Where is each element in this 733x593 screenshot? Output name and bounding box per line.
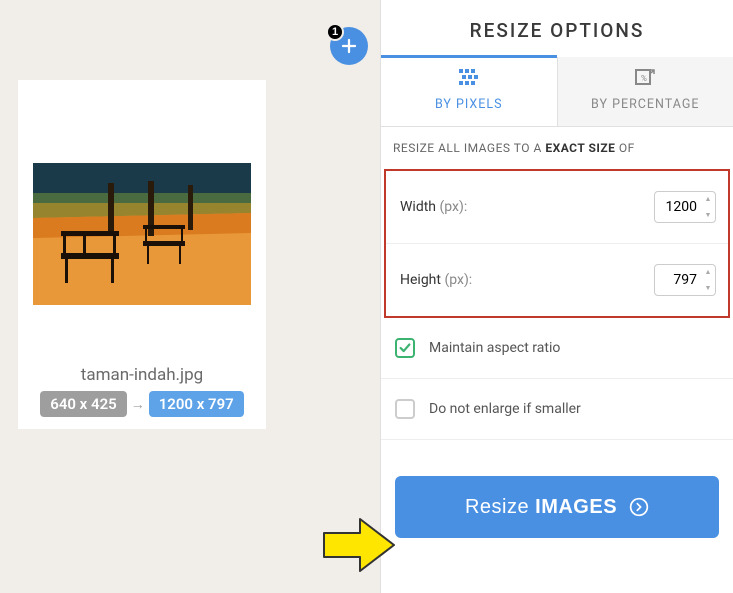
no-enlarge-label: Do not enlarge if smaller	[429, 401, 581, 417]
tab-by-pixels[interactable]: BY PIXELS	[381, 57, 557, 126]
dimensions-group: Width (px): ▲ ▼ Height (px): ▲ ▼	[384, 169, 730, 318]
stepper-down-icon[interactable]: ▼	[701, 207, 715, 223]
image-card: taman-indah.jpg 640 x 425 → 1200 x 797	[18, 80, 266, 429]
no-enlarge-checkbox[interactable]	[395, 399, 415, 419]
plus-icon	[340, 37, 358, 55]
size-badges: 640 x 425 → 1200 x 797	[26, 391, 258, 417]
stepper-up-icon[interactable]: ▲	[701, 264, 715, 280]
maintain-ratio-row: Maintain aspect ratio	[381, 318, 733, 379]
tab-pixels-label: BY PIXELS	[435, 97, 503, 112]
width-row: Width (px): ▲ ▼	[386, 171, 728, 244]
image-thumbnail	[33, 163, 251, 305]
image-filename: taman-indah.jpg	[26, 365, 258, 385]
check-icon	[398, 341, 412, 355]
target-size-badge: 1200 x 797	[149, 391, 244, 417]
arrow-right-icon: →	[131, 396, 145, 413]
width-input[interactable]	[655, 199, 701, 215]
percentage-icon: %	[633, 67, 657, 89]
tabs: BY PIXELS % BY PERCENTAGE	[381, 57, 733, 127]
pixels-icon	[457, 67, 481, 89]
add-image-button[interactable]: 1	[330, 27, 368, 65]
stepper-up-icon[interactable]: ▲	[701, 191, 715, 207]
tab-percentage-label: BY PERCENTAGE	[591, 97, 699, 112]
width-label: Width (px):	[400, 199, 467, 215]
no-enlarge-row: Do not enlarge if smaller	[381, 379, 733, 440]
height-label: Height (px):	[400, 272, 472, 288]
maintain-ratio-checkbox[interactable]	[395, 338, 415, 358]
original-size-badge: 640 x 425	[40, 391, 126, 417]
panel-title: RESIZE OPTIONS	[381, 0, 733, 57]
width-spinner: ▲ ▼	[701, 191, 715, 223]
tab-by-percentage[interactable]: % BY PERCENTAGE	[557, 57, 733, 126]
resize-button[interactable]: Resize IMAGES	[395, 476, 719, 538]
width-input-wrap: ▲ ▼	[654, 191, 716, 223]
svg-text:%: %	[641, 74, 648, 83]
height-input[interactable]	[655, 272, 701, 288]
maintain-ratio-label: Maintain aspect ratio	[429, 340, 560, 356]
stepper-down-icon[interactable]: ▼	[701, 280, 715, 296]
height-spinner: ▲ ▼	[701, 264, 715, 296]
arrow-circle-right-icon	[629, 497, 649, 517]
height-row: Height (px): ▲ ▼	[386, 244, 728, 316]
resize-subtitle: RESIZE ALL IMAGES TO A EXACT SIZE OF	[381, 127, 733, 169]
height-input-wrap: ▲ ▼	[654, 264, 716, 296]
add-count-badge: 1	[326, 23, 344, 41]
options-panel: RESIZE OPTIONS BY PIXELS % BY PERCENTAGE…	[380, 0, 733, 593]
